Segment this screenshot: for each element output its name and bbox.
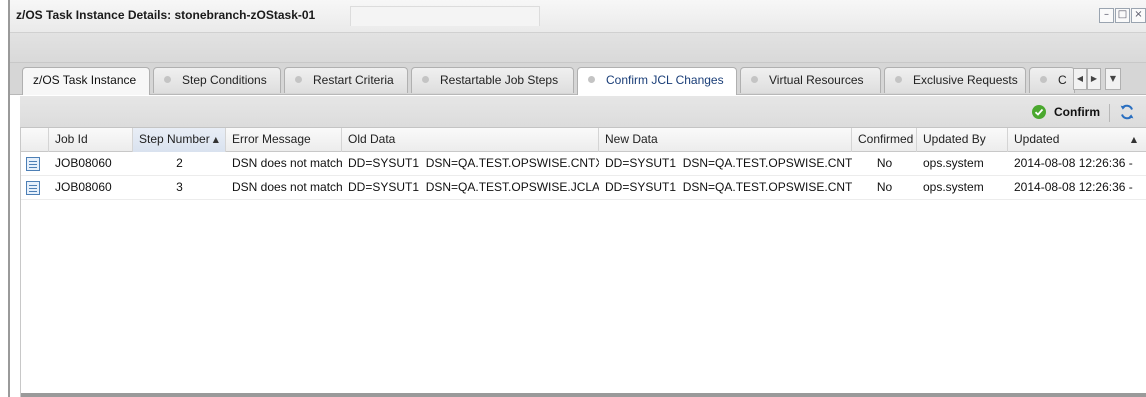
tab-scroll-controls: ◀ ▶ (1073, 68, 1101, 90)
tab-scroll-right-icon[interactable]: ▶ (1087, 68, 1101, 90)
column-header-old-data[interactable]: Old Data (342, 128, 599, 152)
tab-restart-criteria[interactable]: Restart Criteria (284, 67, 408, 93)
column-header-label: Updated By (923, 132, 986, 146)
title-bar[interactable]: z/OS Task Instance Details: stonebranch-… (10, 0, 1146, 33)
tab-label: Restartable Job Steps (440, 73, 559, 87)
record-detail-icon[interactable] (26, 181, 40, 195)
table-row[interactable]: JOB08060 2 DSN does not match DD=SYSUT1 … (21, 152, 1146, 176)
tab-restartable-job-steps[interactable]: Restartable Job Steps (411, 67, 574, 93)
refresh-icon[interactable] (1118, 103, 1136, 121)
tab-list-menu: ▼ (1105, 68, 1121, 90)
cell-updated-by: ops.system (923, 156, 984, 170)
cell-step-number: 3 (176, 180, 183, 194)
confirm-label: Confirm (1054, 105, 1100, 119)
tab-label: Exclusive Requests (913, 73, 1018, 87)
window-controls: – □ × (1099, 8, 1146, 23)
tab-exclusive-requests[interactable]: Exclusive Requests (884, 67, 1026, 93)
tab-label: Confirm JCL Changes (606, 73, 724, 87)
column-header-label: Error Message (232, 132, 311, 146)
grid-header: Job Id Step Number ▲ Error Message Old Da… (21, 128, 1146, 152)
cell-updated: 2014-08-08 12:26:36 - (1014, 156, 1133, 170)
tab-status-dot-icon (588, 76, 595, 84)
cell-updated-by: ops.system (923, 180, 984, 194)
column-header-updated-by[interactable]: Updated By (917, 128, 1008, 152)
tab-scroll-left-icon[interactable]: ◀ (1073, 68, 1087, 90)
grid-toolbar: Confirm (20, 96, 1146, 128)
cell-old-data: DD=SYSUT1 DSN=QA.TEST.OPSWISE.CNTX (348, 156, 599, 170)
tab-step-conditions[interactable]: Step Conditions (153, 67, 281, 93)
column-header-label: Step Number (139, 132, 210, 146)
tab-status-dot-icon (422, 76, 429, 84)
cell-old-data: DD=SYSUT1 DSN=QA.TEST.OPSWISE.JCLA (348, 180, 599, 194)
cell-step-number: 2 (176, 156, 183, 170)
minimize-icon[interactable]: – (1099, 8, 1114, 23)
title-bar-field (350, 6, 540, 26)
cell-confirmed: No (876, 156, 893, 170)
tab-bar: z/OS Task Instance Step Conditions Resta… (10, 63, 1146, 95)
column-header-confirmed[interactable]: Confirmed (852, 128, 917, 152)
scroll-up-icon[interactable]: ▲ (1131, 128, 1137, 151)
tab-label: Virtual Resources (769, 73, 864, 87)
column-header-new-data[interactable]: New Data (599, 128, 852, 152)
task-instance-window: z/OS Task Instance Details: stonebranch-… (8, 0, 1146, 397)
record-detail-icon[interactable] (26, 157, 40, 171)
cell-confirmed: No (876, 180, 893, 194)
window-bottom-border (21, 393, 1146, 397)
cell-job-id: JOB08060 (55, 180, 112, 194)
confirm-button[interactable]: Confirm (1032, 102, 1100, 122)
tab-virtual-resources[interactable]: Virtual Resources (740, 67, 881, 93)
confirm-jcl-grid: Job Id Step Number ▲ Error Message Old Da… (20, 128, 1146, 397)
cell-new-data: DD=SYSUT1 DSN=QA.TEST.OPSWISE.CNTL (605, 156, 852, 170)
tab-label: Step Conditions (182, 73, 267, 87)
column-header-job-id[interactable]: Job Id (49, 128, 133, 152)
tab-status-dot-icon (164, 76, 171, 84)
tab-overflow[interactable]: C (1029, 67, 1075, 93)
row-icon-column-header (21, 128, 49, 152)
column-header-label: Updated (1014, 132, 1060, 146)
tab-status-dot-icon (295, 76, 302, 84)
window-title: z/OS Task Instance Details: stonebranch-… (16, 8, 316, 22)
tab-status-dot-icon (751, 76, 758, 84)
cell-error-message: DSN does not match (232, 156, 342, 170)
cell-new-data: DD=SYSUT1 DSN=QA.TEST.OPSWISE.CNTL (605, 180, 852, 194)
column-header-error-message[interactable]: Error Message (226, 128, 342, 152)
check-circle-icon (1032, 105, 1046, 119)
close-icon[interactable]: × (1131, 8, 1146, 23)
toolbar-separator (1109, 104, 1110, 122)
sort-ascending-icon: ▲ (212, 135, 219, 144)
table-row[interactable]: JOB08060 3 DSN does not match DD=SYSUT1 … (21, 176, 1146, 200)
tab-zos-task-instance[interactable]: z/OS Task Instance (22, 67, 150, 95)
tab-list-dropdown-icon[interactable]: ▼ (1105, 68, 1121, 90)
column-header-label: Old Data (348, 132, 396, 146)
column-header-step-number[interactable]: Step Number ▲ (133, 128, 226, 152)
maximize-icon[interactable]: □ (1115, 8, 1130, 23)
tab-status-dot-icon (895, 76, 902, 84)
tab-label: C (1058, 73, 1067, 87)
column-header-label: Job Id (55, 132, 88, 146)
cell-job-id: JOB08060 (55, 156, 112, 170)
tab-label: Restart Criteria (313, 73, 394, 87)
column-header-updated[interactable]: Updated ▲ (1008, 128, 1146, 152)
tab-confirm-jcl-changes[interactable]: Confirm JCL Changes (577, 67, 737, 95)
column-header-label: New Data (605, 132, 658, 146)
column-header-label: Confirmed (858, 132, 914, 146)
cell-updated: 2014-08-08 12:26:36 - (1014, 180, 1133, 194)
tab-status-dot-icon (1040, 76, 1047, 84)
toolbar-strip (10, 33, 1146, 63)
tab-label: z/OS Task Instance (33, 73, 137, 87)
cell-error-message: DSN does not match (232, 180, 342, 194)
